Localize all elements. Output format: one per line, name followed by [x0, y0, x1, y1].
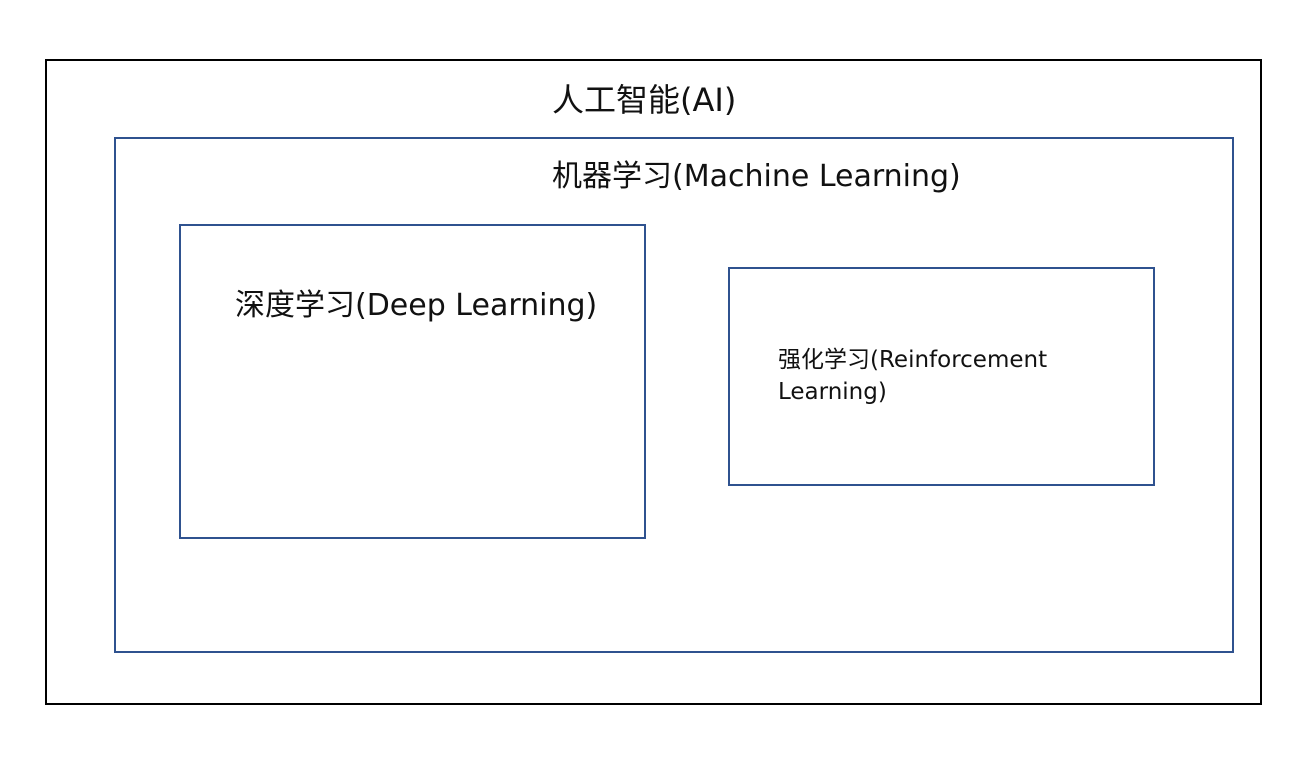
- deep-learning-box: [179, 224, 646, 539]
- deep-learning-label: 深度学习(Deep Learning): [235, 288, 598, 323]
- ai-label: 人工智能(AI): [552, 81, 737, 119]
- machine-learning-label: 机器学习(Machine Learning): [552, 159, 961, 194]
- reinforcement-learning-label: 强化学习(Reinforcement Learning): [778, 344, 1078, 408]
- reinforcement-learning-label-line1: 强化学习(Reinforcement: [778, 347, 1048, 373]
- reinforcement-learning-label-line2: Learning): [778, 379, 887, 405]
